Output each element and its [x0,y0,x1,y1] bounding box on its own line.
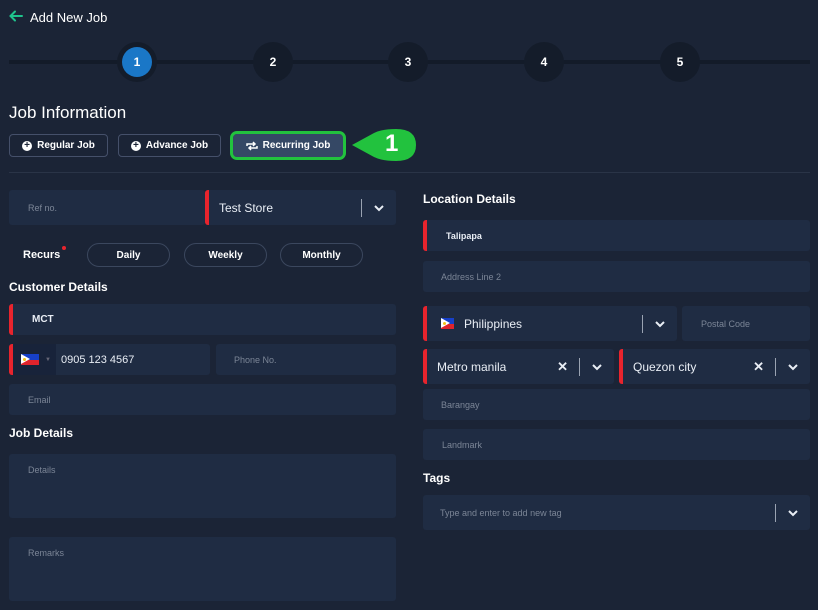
clear-icon[interactable]: ✕ [557,359,568,375]
callout-number: 1 [385,130,399,157]
address-line-2-input[interactable]: Address Line 2 [423,261,810,292]
customer-name-input[interactable]: MCT [9,304,396,335]
regular-job-button[interactable]: + Regular Job [9,134,108,157]
tags-title: Tags [423,471,451,485]
tags-input[interactable]: Type and enter to add new tag [423,495,810,530]
chevron-down-icon[interactable] [373,202,385,214]
recurs-weekly-option[interactable]: Weekly [184,243,267,267]
divider [9,172,810,173]
recurs-monthly-option[interactable]: Monthly [280,243,363,267]
mobile-input[interactable]: ▼ 0905 123 4567 [9,344,210,375]
recurring-job-button[interactable]: Recurring Job [230,131,346,160]
philippines-flag-icon [21,354,39,365]
details-textarea[interactable]: Details [9,454,396,518]
email-input[interactable]: Email [9,384,396,415]
separator [642,314,643,333]
phone-input[interactable]: Phone No. [216,344,396,375]
city-select[interactable]: Quezon city ✕ [619,349,810,384]
chevron-down-icon[interactable] [591,361,603,373]
step-3[interactable]: 3 [388,42,428,82]
country-select[interactable]: Philippines [423,306,677,341]
ref-no-input[interactable]: Ref no. [9,190,205,225]
separator [361,198,362,217]
plus-circle-icon: + [22,140,33,151]
postal-code-input[interactable]: Postal Code [682,306,810,341]
address-line-1-input[interactable]: Talipapa [423,220,810,251]
barangay-input[interactable]: Barangay [423,389,810,420]
plus-circle-icon: + [130,140,141,151]
remarks-textarea[interactable]: Remarks [9,537,396,601]
required-indicator [62,246,66,250]
recurs-daily-option[interactable]: Daily [87,243,170,267]
separator [579,357,580,376]
step-5[interactable]: 5 [660,42,700,82]
recurs-label: Recurs [23,249,61,261]
advance-job-button[interactable]: + Advance Job [118,134,221,157]
chevron-down-icon[interactable] [787,361,799,373]
page-title: Add New Job [30,10,108,25]
store-select[interactable]: Test Store [205,190,396,225]
chevron-down-icon[interactable] [787,507,799,519]
region-select[interactable]: Metro manila ✕ [423,349,614,384]
landmark-input[interactable]: Landmark [423,429,810,460]
country-code-select[interactable]: ▼ [13,344,56,375]
separator [775,503,776,522]
location-details-title: Location Details [423,192,516,206]
clear-icon[interactable]: ✕ [753,359,764,375]
repeat-icon [245,140,258,151]
job-details-title: Job Details [9,426,74,440]
customer-details-title: Customer Details [9,280,108,294]
philippines-flag-icon [441,318,454,329]
job-information-title: Job Information [9,103,127,122]
arrow-left-icon[interactable] [8,8,24,24]
step-4[interactable]: 4 [524,42,564,82]
step-1[interactable]: 1 [117,42,157,82]
caret-down-icon: ▼ [45,356,51,363]
chevron-down-icon[interactable] [654,318,666,330]
step-2[interactable]: 2 [253,42,293,82]
separator [775,357,776,376]
